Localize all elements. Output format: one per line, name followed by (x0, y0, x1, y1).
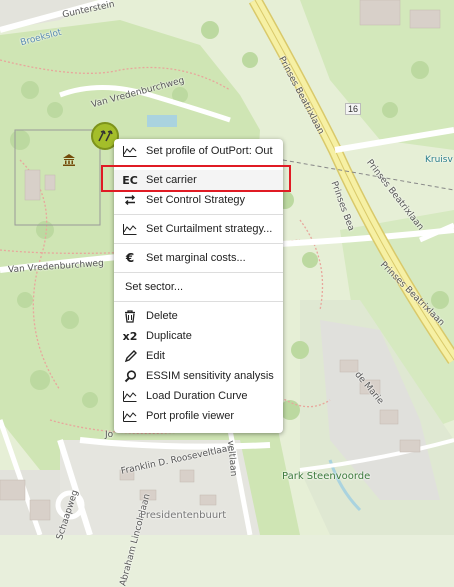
menu-item-label: Set Control Strategy (146, 194, 246, 206)
road-number-shield: 16 (345, 103, 362, 115)
menu-item-set-profile[interactable]: Set profile of OutPort: Out (114, 141, 283, 161)
chart-icon (123, 409, 137, 423)
menu-item-label: ESSIM sensitivity analysis (146, 370, 274, 382)
menu-item-label: Set Curtailment strategy... (146, 223, 273, 235)
menu-item-label: Delete (146, 310, 178, 322)
menu-item-label: Set marginal costs... (146, 252, 246, 264)
menu-item-edit[interactable]: Edit (114, 346, 283, 366)
menu-item-label: Edit (146, 350, 165, 362)
menu-item-essim-sensitivity[interactable]: ESSIM sensitivity analysis (114, 366, 283, 386)
map-label-area: Kruisv (425, 155, 453, 165)
pencil-icon (123, 349, 137, 363)
menu-item-label: Duplicate (146, 330, 192, 342)
menu-item-port-profile-viewer[interactable]: Port profile viewer (114, 406, 283, 426)
menu-separator (114, 301, 283, 302)
map-label-street: Jo (105, 430, 114, 440)
monument-icon (62, 153, 76, 171)
water-pond (147, 115, 177, 127)
menu-item-set-sector[interactable]: Set sector... (114, 277, 283, 297)
menu-item-label: Port profile viewer (146, 410, 235, 422)
magnifier-icon (123, 369, 137, 383)
menu-separator (114, 214, 283, 215)
ec-icon: EC (122, 173, 138, 187)
menu-separator (114, 165, 283, 166)
menu-item-set-control-strategy[interactable]: Set Control Strategy (114, 190, 283, 210)
euro-icon: € (125, 251, 135, 265)
chart-icon (123, 389, 137, 403)
menu-item-delete[interactable]: Delete (114, 306, 283, 326)
menu-item-set-carrier[interactable]: EC Set carrier (114, 170, 283, 190)
map-label-neighbourhood: Presidentenbuurt (140, 510, 227, 521)
chart-icon (123, 144, 137, 158)
x2-icon: x2 (122, 329, 138, 343)
menu-item-set-marginal-costs[interactable]: € Set marginal costs... (114, 248, 283, 268)
menu-item-load-duration-curve[interactable]: Load Duration Curve (114, 386, 283, 406)
menu-item-label: Set carrier (146, 174, 197, 186)
swap-arrows-icon (123, 193, 137, 207)
menu-separator (114, 243, 283, 244)
chart-icon (123, 222, 137, 236)
context-menu: Set profile of OutPort: Out EC Set carri… (114, 139, 283, 433)
menu-item-label: Set sector... (125, 281, 184, 293)
menu-item-duplicate[interactable]: x2 Duplicate (114, 326, 283, 346)
map-label-park: Park Steenvoorde (282, 471, 371, 482)
menu-item-label: Load Duration Curve (146, 390, 248, 402)
menu-separator (114, 272, 283, 273)
trash-icon (123, 309, 137, 323)
menu-item-set-curtailment-strategy[interactable]: Set Curtailment strategy... (114, 219, 283, 239)
menu-item-label: Set profile of OutPort: Out (146, 145, 273, 157)
